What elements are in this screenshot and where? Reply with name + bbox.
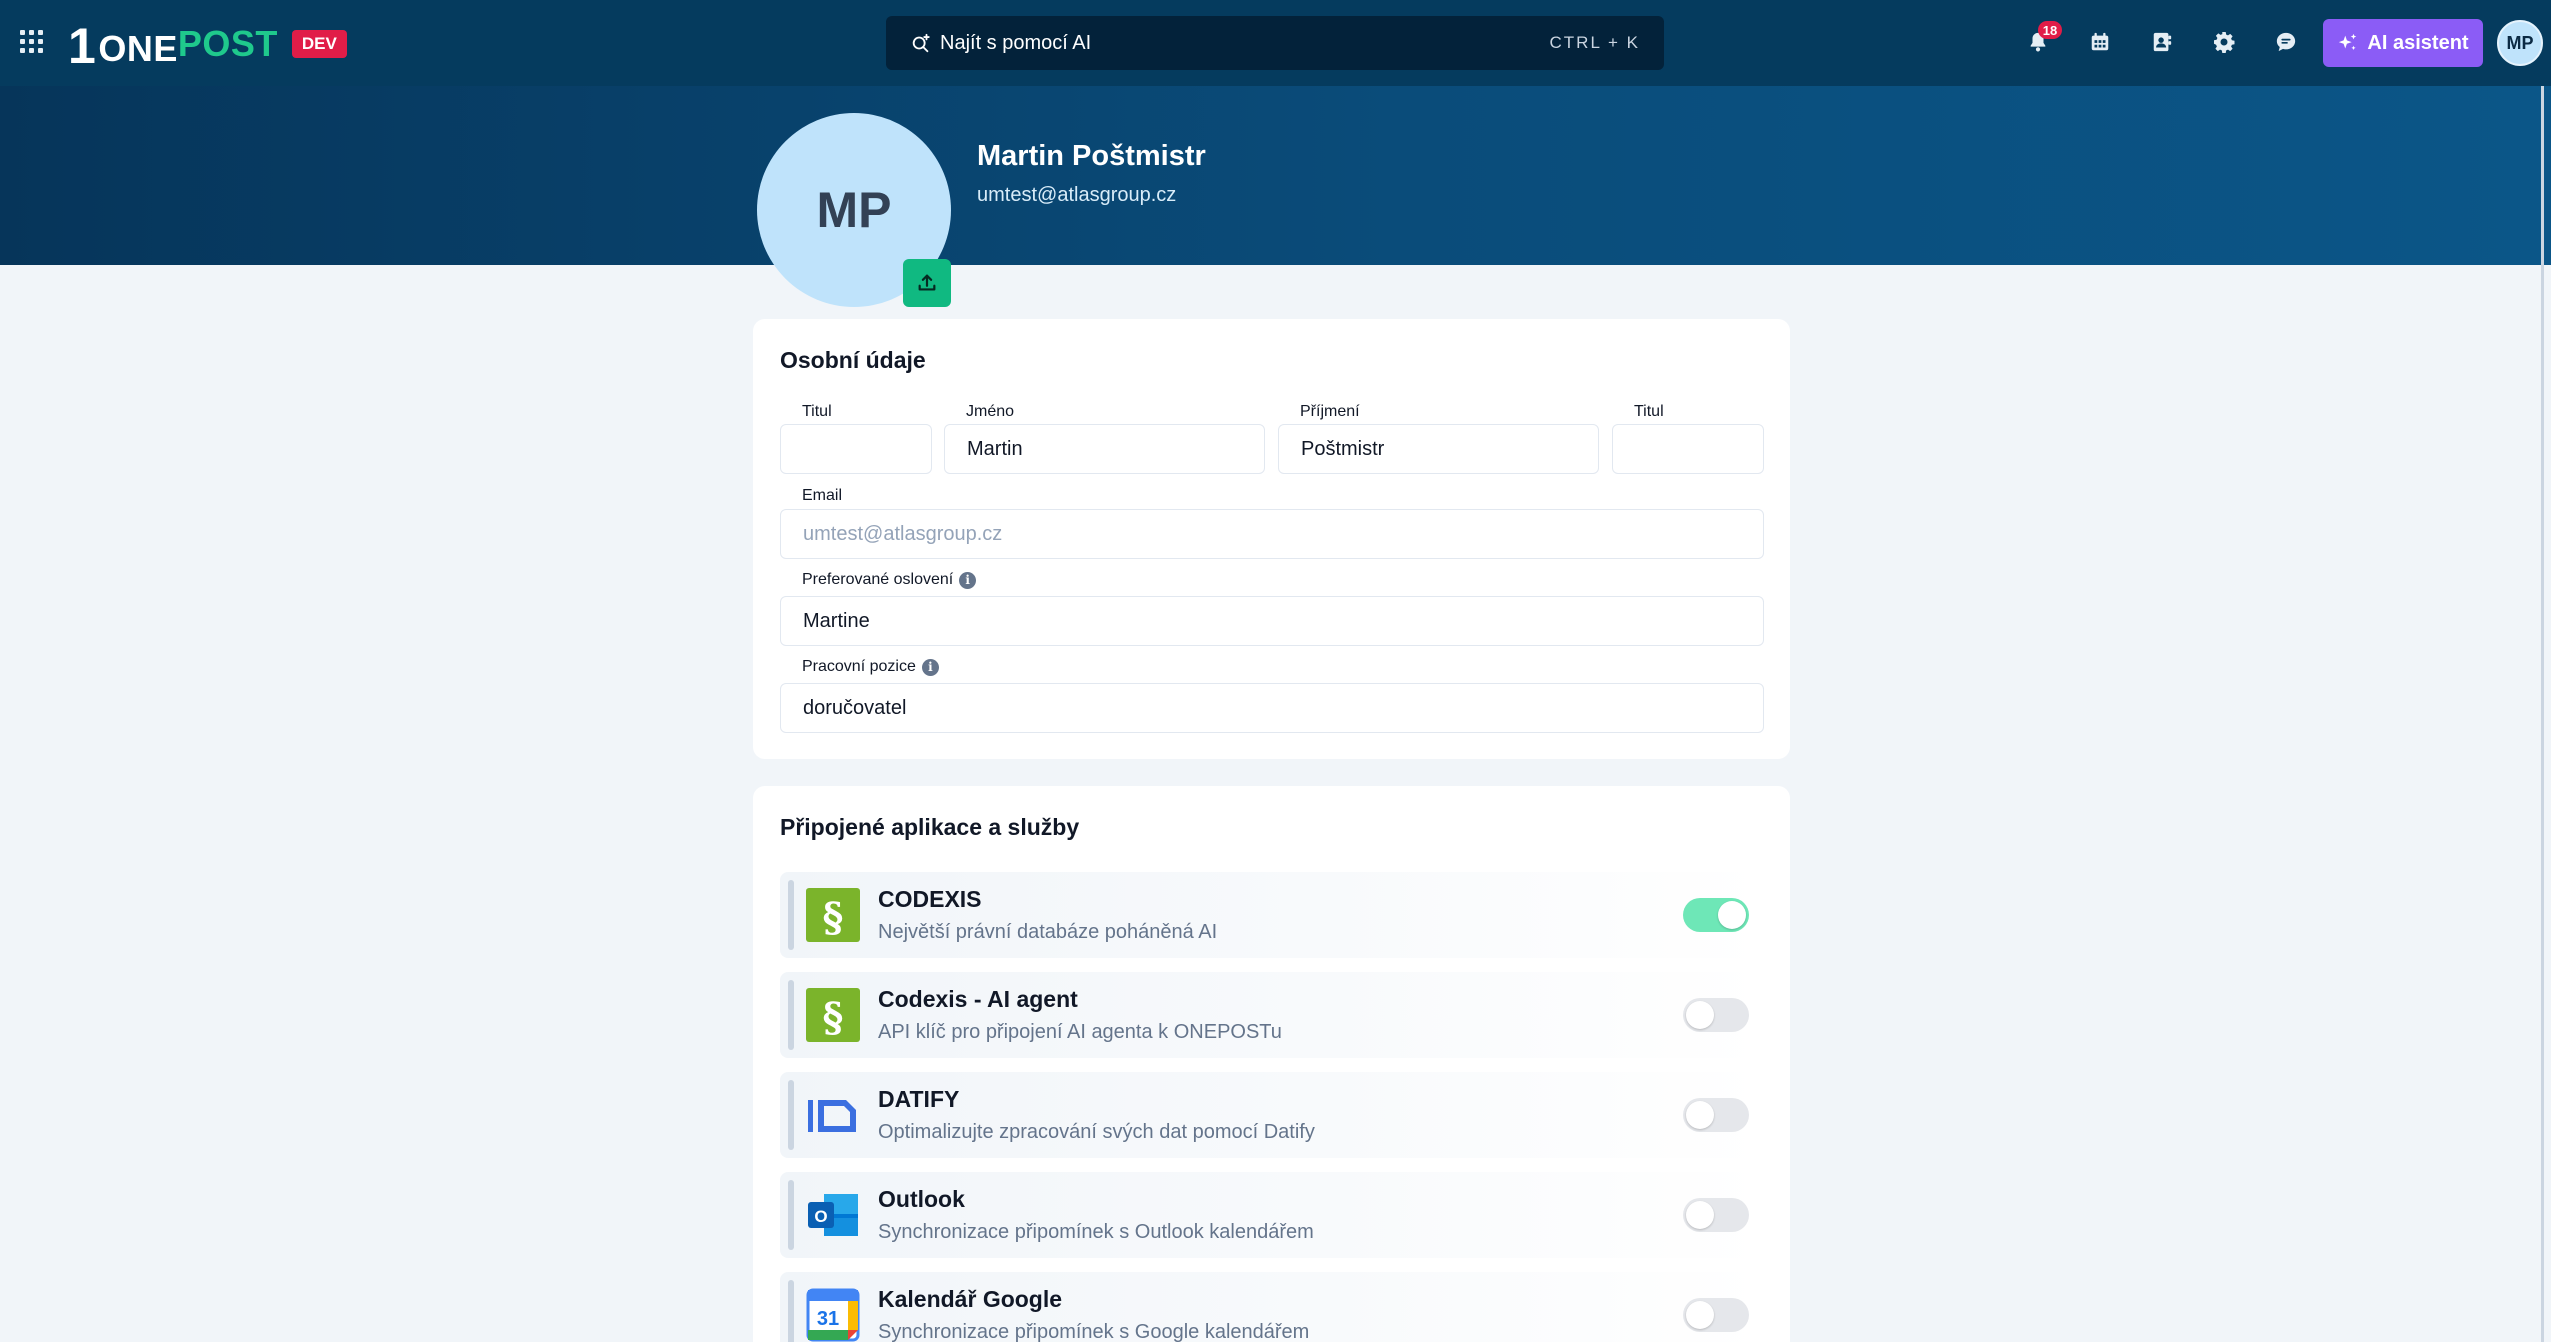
personal-data-title: Osobní údaje [780, 347, 926, 373]
outlook-icon: O [808, 1194, 858, 1236]
position-label: Pracovní pozice [802, 658, 916, 675]
calendar-button[interactable] [2082, 24, 2118, 60]
position-field[interactable]: doručovatel [780, 683, 1764, 733]
app-description: Synchronizace připomínek s Outlook kalen… [878, 1221, 1314, 1243]
svg-text:O: O [814, 1207, 827, 1226]
page-scrollbar[interactable] [2541, 86, 2544, 1342]
position-label-row: Pracovní pozice i [802, 658, 939, 676]
codexis-toggle[interactable] [1683, 898, 1749, 932]
chat-button[interactable] [2268, 24, 2304, 60]
title-before-field[interactable] [780, 424, 932, 474]
first-name-field[interactable]: Martin [944, 424, 1265, 474]
svg-text:§: § [823, 894, 844, 941]
logo-digit: 1 [68, 18, 97, 74]
app-name: Kalendář Google [878, 1286, 1063, 1312]
codexis-ai-agent-toggle[interactable] [1683, 998, 1749, 1032]
app-name: Codexis - AI agent [878, 986, 1078, 1012]
sparkles-icon [2339, 33, 2357, 50]
app-row-google-calendar: 31 Kalendář Google Synchronizace připomí… [780, 1272, 1763, 1342]
codexis-icon: § [806, 888, 860, 942]
title-after-label: Titul [1634, 403, 1664, 420]
top-bar: 1ONE POST DEV Najít s pomocí AI CTRL + K … [0, 0, 2551, 86]
app-row-codexis: § CODEXIS Největší právní databáze pohán… [780, 872, 1763, 958]
svg-text:§: § [823, 994, 844, 1041]
gear-icon [2214, 32, 2235, 53]
calendar-icon [2091, 32, 2109, 51]
user-avatar[interactable]: MP [2497, 20, 2543, 66]
app-row-outlook: O Outlook Synchronizace připomínek s Out… [780, 1172, 1763, 1258]
last-name-field[interactable]: Poštmistr [1278, 424, 1599, 474]
google-calendar-toggle[interactable] [1683, 1298, 1749, 1332]
info-icon[interactable]: i [959, 571, 977, 589]
upload-icon [918, 274, 936, 291]
chat-icon [2276, 32, 2296, 52]
app-row-codexis-ai-agent: § Codexis - AI agent API klíč pro připoj… [780, 972, 1763, 1058]
datify-icon [808, 1100, 856, 1132]
profile-header [0, 86, 2551, 265]
logo-post-text: POST [177, 23, 278, 64]
app-description: Největší právní databáze poháněná AI [878, 921, 1218, 943]
ai-search-bar[interactable]: Najít s pomocí AI CTRL + K [886, 16, 1664, 70]
notification-count-badge: 18 [2038, 21, 2062, 39]
notifications-button[interactable]: 18 [2020, 21, 2062, 60]
codexis-icon: § [806, 988, 860, 1042]
contacts-icon [2153, 32, 2172, 52]
salutation-label-row: Preferované oslovení i [802, 571, 977, 589]
ai-assistant-label: AI asistent [2367, 31, 2469, 54]
connected-apps-title: Připojené aplikace a služby [780, 814, 1080, 840]
connected-apps-card: Připojené aplikace a služby § CODEXIS Ne… [753, 786, 1790, 1342]
last-name-label: Příjmení [1300, 403, 1360, 420]
app-name: Outlook [878, 1186, 965, 1212]
title-after-field[interactable] [1612, 424, 1764, 474]
profile-email: umtest@atlasgroup.cz [977, 184, 1177, 206]
app-name: CODEXIS [878, 886, 982, 912]
logo-one-text: ONE [98, 28, 178, 69]
outlook-toggle[interactable] [1683, 1198, 1749, 1232]
info-icon[interactable]: i [921, 658, 939, 676]
google-calendar-icon: 31 [806, 1288, 860, 1342]
onepost-logo[interactable]: 1ONE POST DEV [68, 18, 347, 74]
svg-text:31: 31 [817, 1308, 839, 1330]
environment-badge: DEV [291, 30, 347, 58]
apps-grid-icon[interactable] [18, 28, 44, 54]
app-name: DATIFY [878, 1086, 960, 1112]
contacts-button[interactable] [2144, 24, 2180, 60]
salutation-field[interactable]: Martine [780, 596, 1764, 646]
email-field: umtest@atlasgroup.cz [780, 509, 1764, 559]
app-description: Optimalizujte zpracování svých dat pomoc… [878, 1121, 1315, 1143]
title-before-label: Titul [802, 403, 832, 420]
search-sparkle-icon [912, 33, 930, 53]
personal-data-card: Osobní údaje Titul Jméno Martin Příjmení… [753, 319, 1790, 759]
email-label: Email [802, 487, 843, 504]
profile-name: Martin Poštmistr [977, 140, 1206, 172]
salutation-label: Preferované oslovení [802, 571, 954, 588]
first-name-label: Jméno [966, 403, 1015, 420]
app-description: API klíč pro připojení AI agenta k ONEPO… [878, 1021, 1282, 1043]
ai-assistant-button[interactable]: AI asistent [2323, 19, 2483, 67]
app-row-datify: DATIFY Optimalizujte zpracování svých da… [780, 1072, 1763, 1158]
datify-toggle[interactable] [1683, 1098, 1749, 1132]
ai-search-label: Najít s pomocí AI [940, 31, 1092, 54]
search-shortcut-hint: CTRL + K [1549, 33, 1640, 52]
settings-button[interactable] [2206, 24, 2242, 60]
app-description: Synchronizace připomínek s Google kalend… [878, 1321, 1310, 1342]
upload-avatar-button[interactable] [903, 259, 951, 307]
